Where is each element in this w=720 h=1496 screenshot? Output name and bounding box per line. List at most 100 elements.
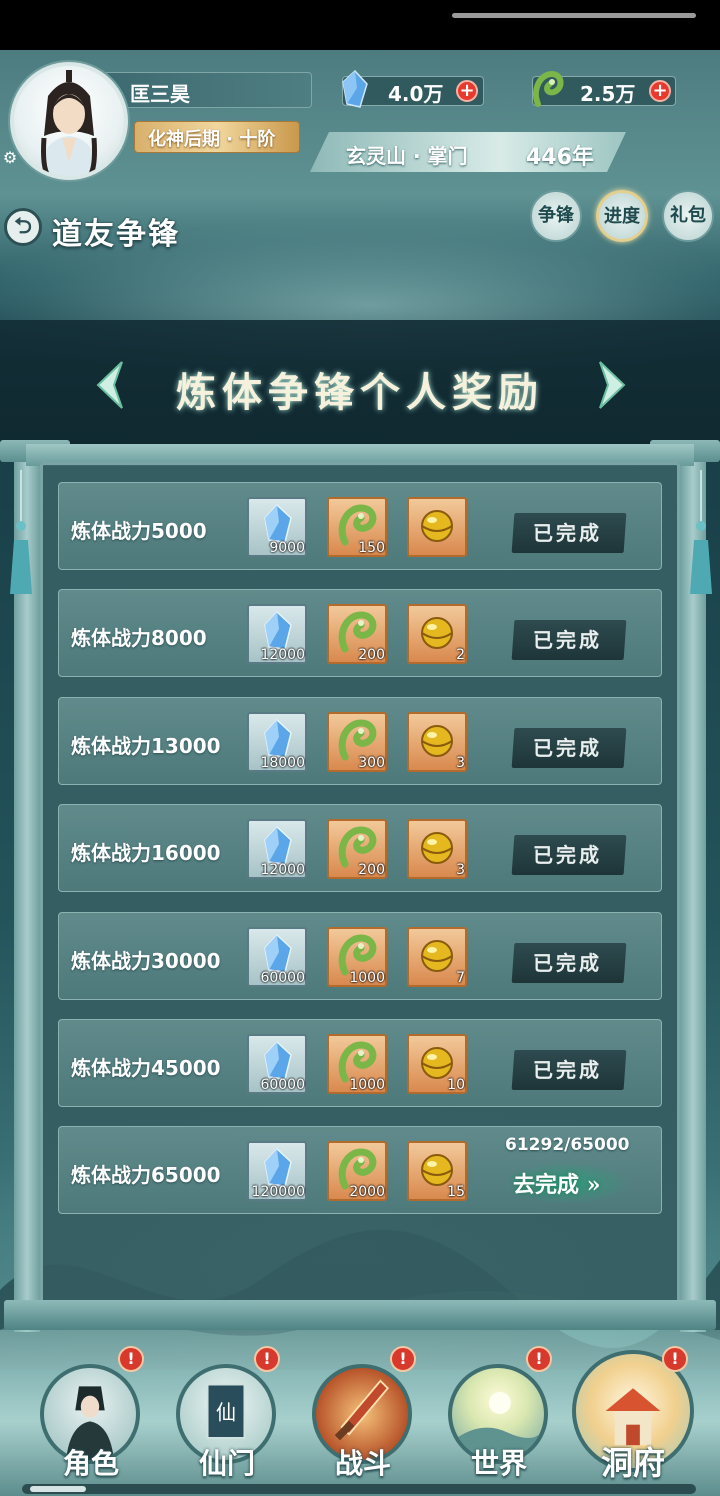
next-arrow-icon[interactable] [594,358,630,412]
jade-icon[interactable]: 1000 [327,1034,387,1094]
reward-count: 3 [456,862,465,878]
tab-progress[interactable]: 进度 [596,190,648,242]
task-label: 炼体战力5000 [71,519,207,543]
task-row: 炼体战力45000 60000 1000 10 已完成 [58,1019,662,1107]
crystal-icon[interactable]: 60000 [247,927,307,987]
reward-count: 10 [447,1077,465,1093]
reward-count: 7 [456,970,465,986]
completed-label: 已完成 [533,521,602,545]
task-label: 炼体战力65000 [71,1163,221,1187]
crystal-icon[interactable]: 18000 [247,712,307,772]
task-label: 炼体战力8000 [71,626,207,650]
task-row: 炼体战力65000 120000 2000 15 61292/65000 去完成 » [58,1126,662,1214]
double-chevron-icon: » [586,1172,601,1198]
task-row: 炼体战力16000 12000 200 3 已完成 [58,804,662,892]
tassel-icon [10,470,32,594]
jade-icon[interactable]: 2000 [327,1141,387,1201]
reward-count: 1000 [349,1077,385,1093]
crystal-icon[interactable]: 9000 [247,497,307,557]
jade-icon[interactable]: 200 [327,819,387,879]
crystal-icon[interactable]: 60000 [247,1034,307,1094]
gold-orb-icon[interactable]: 7 [407,927,467,987]
crystal-icon[interactable]: 120000 [247,1141,307,1201]
gold-orb-icon[interactable]: 2 [407,604,467,664]
gold-orb-icon[interactable] [407,497,467,557]
tab-gift-pack[interactable]: 礼包 [662,190,714,242]
crystal-icon [342,70,368,108]
reward-count: 12000 [260,862,305,878]
completed-label: 已完成 [533,951,602,975]
gear-icon[interactable]: ⚙ [0,148,20,168]
alert-icon: ! [662,1346,688,1372]
reward-count: 150 [358,540,385,556]
alert-icon: ! [118,1346,144,1372]
alert-icon: ! [390,1346,416,1372]
realm-label: 化神后期 · 十阶 [148,129,276,150]
reward-count: 200 [358,647,385,663]
nav-item-character[interactable]: ! 角色 [36,1346,146,1490]
back-button[interactable]: ⮌ [4,208,42,246]
reward-count: 60000 [260,1077,305,1093]
reward-count: 2 [456,647,465,663]
status-bar [0,0,720,50]
crystal-amount: 4.0万 [388,82,444,106]
gold-orb-icon[interactable]: 3 [407,819,467,879]
jade-icon [532,70,564,107]
nav-label: 洞府 [600,1444,665,1482]
gesture-pill [452,13,696,18]
completed-label: 已完成 [533,628,602,652]
task-row: 炼体战力8000 12000 200 2 已完成 [58,589,662,677]
go-complete-label[interactable]: 去完成 » [513,1167,600,1199]
reward-count: 15 [447,1184,465,1200]
jade-icon[interactable]: 150 [327,497,387,557]
completed-label: 已完成 [533,843,602,867]
avatar[interactable] [10,62,128,180]
reward-count: 12000 [260,647,305,663]
nav-item-cave-palace[interactable]: ! 洞府 [572,1346,694,1490]
completed-label: 已完成 [533,1058,602,1082]
nav-label: 角色 [62,1447,119,1480]
gold-orb-icon[interactable]: 15 [407,1141,467,1201]
task-row: 炼体战力13000 18000 300 3 已完成 [58,697,662,785]
gold-orb-icon[interactable]: 10 [407,1034,467,1094]
reward-count: 2000 [349,1184,385,1200]
task-row: 炼体战力30000 60000 1000 7 已完成 [58,912,662,1000]
reward-count: 300 [358,755,385,771]
panel-base [4,1300,716,1330]
crystal-icon[interactable]: 12000 [247,604,307,664]
nav-label: 世界 [470,1447,527,1480]
scrollbar-thumb[interactable] [30,1486,86,1492]
jade-icon[interactable]: 300 [327,712,387,772]
player-name: 匡三昊 [130,82,190,106]
nav-item-sword[interactable]: ! 战斗 [308,1346,418,1490]
go-complete-text: 去完成 [513,1172,580,1198]
add-jade-button[interactable]: + [649,80,671,102]
sect-years: 446年 [526,145,594,170]
alert-icon: ! [526,1346,552,1372]
task-label: 炼体战力45000 [71,1056,221,1080]
completed-label: 已完成 [533,736,602,760]
tab-contest[interactable]: 争锋 [530,190,582,242]
jade-icon[interactable]: 1000 [327,927,387,987]
reward-count: 120000 [251,1184,305,1200]
page-title: 道友争锋 [52,217,180,252]
jade-icon[interactable]: 200 [327,604,387,664]
nav-label: 战斗 [334,1447,391,1480]
tassel-icon [690,470,712,594]
gold-orb-icon[interactable]: 3 [407,712,467,772]
bottom-scrollbar[interactable] [22,1484,696,1494]
reward-count: 200 [358,862,385,878]
nav-item-sect-banner[interactable]: 仙! 仙门 [172,1346,282,1490]
sect-label: 玄灵山 · 掌门 [346,144,468,168]
nav-item-world[interactable]: ! 世界 [444,1346,554,1490]
nav-label: 仙门 [198,1447,255,1480]
add-crystal-button[interactable]: + [456,80,478,102]
jade-amount: 2.5万 [580,82,636,106]
task-label: 炼体战力16000 [71,841,221,865]
svg-text:仙: 仙 [216,1401,236,1425]
reward-count: 9000 [269,540,305,556]
reward-count: 60000 [260,970,305,986]
task-label: 炼体战力30000 [71,949,221,973]
crystal-icon[interactable]: 12000 [247,819,307,879]
task-progress: 61292/65000 [505,1135,630,1155]
